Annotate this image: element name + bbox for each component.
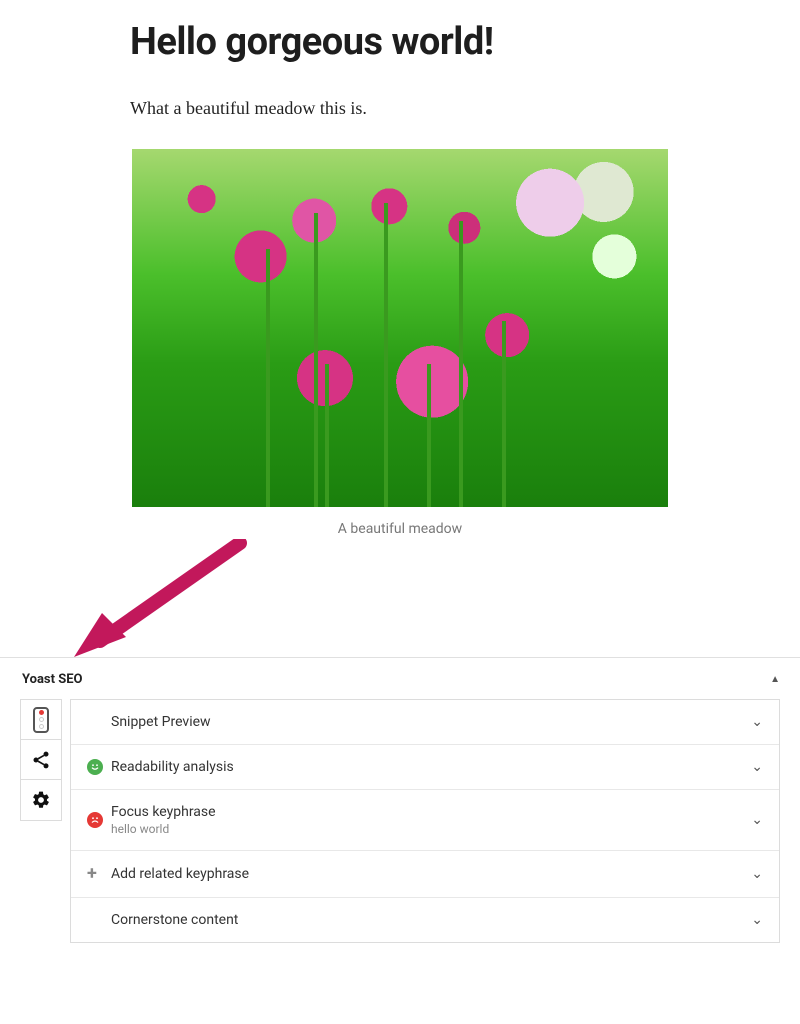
editor-content: Hello gorgeous world! What a beautiful m… [0, 0, 800, 547]
panel-label: Readability analysis [111, 759, 751, 775]
panel-focus-keyphrase[interactable]: Focus keyphrase hello world ⌄ [71, 790, 779, 851]
chevron-down-icon: ⌄ [751, 866, 763, 882]
panel-snippet-preview[interactable]: Snippet Preview ⌄ [71, 700, 779, 745]
panel-readability-analysis[interactable]: Readability analysis ⌄ [71, 745, 779, 790]
metabox-tab-rail [20, 699, 62, 821]
status-good-icon [87, 759, 103, 775]
plus-icon: + [87, 865, 97, 883]
panel-label: Cornerstone content [111, 912, 751, 928]
panel-label: Add related keyphrase [111, 866, 751, 882]
chevron-down-icon: ⌄ [751, 759, 763, 775]
traffic-light-icon [33, 707, 49, 733]
tab-advanced[interactable] [21, 780, 61, 820]
panel-add-related-keyphrase[interactable]: + Add related keyphrase ⌄ [71, 851, 779, 898]
panel-label: Focus keyphrase [111, 804, 751, 820]
post-title[interactable]: Hello gorgeous world! [130, 20, 670, 64]
metabox-title: Yoast SEO [22, 672, 83, 687]
metabox-collapse-caret-icon[interactable]: ▲ [770, 674, 780, 685]
panel-cornerstone-content[interactable]: Cornerstone content ⌄ [71, 898, 779, 942]
gear-icon [31, 790, 51, 810]
tab-social[interactable] [21, 740, 61, 780]
annotation-arrow-icon [70, 539, 270, 669]
share-icon [31, 750, 51, 770]
image-caption[interactable]: A beautiful meadow [130, 521, 670, 537]
post-body-text[interactable]: What a beautiful meadow this is. [130, 98, 670, 119]
yoast-metabox: Yoast SEO ▲ [0, 657, 800, 959]
chevron-down-icon: ⌄ [751, 812, 763, 828]
image-block[interactable]: A beautiful meadow [130, 149, 670, 537]
metabox-body: Snippet Preview ⌄ Readability analysis ⌄ [20, 699, 780, 943]
meadow-image[interactable] [132, 149, 668, 507]
chevron-down-icon: ⌄ [751, 714, 763, 730]
tab-content-analysis[interactable] [21, 700, 61, 740]
panel-label: Snippet Preview [111, 714, 751, 730]
annotation-arrow-wrap [0, 547, 800, 657]
metabox-panel-list: Snippet Preview ⌄ Readability analysis ⌄ [70, 699, 780, 943]
focus-keyphrase-value: hello world [111, 822, 751, 836]
status-bad-icon [87, 812, 103, 828]
chevron-down-icon: ⌄ [751, 912, 763, 928]
